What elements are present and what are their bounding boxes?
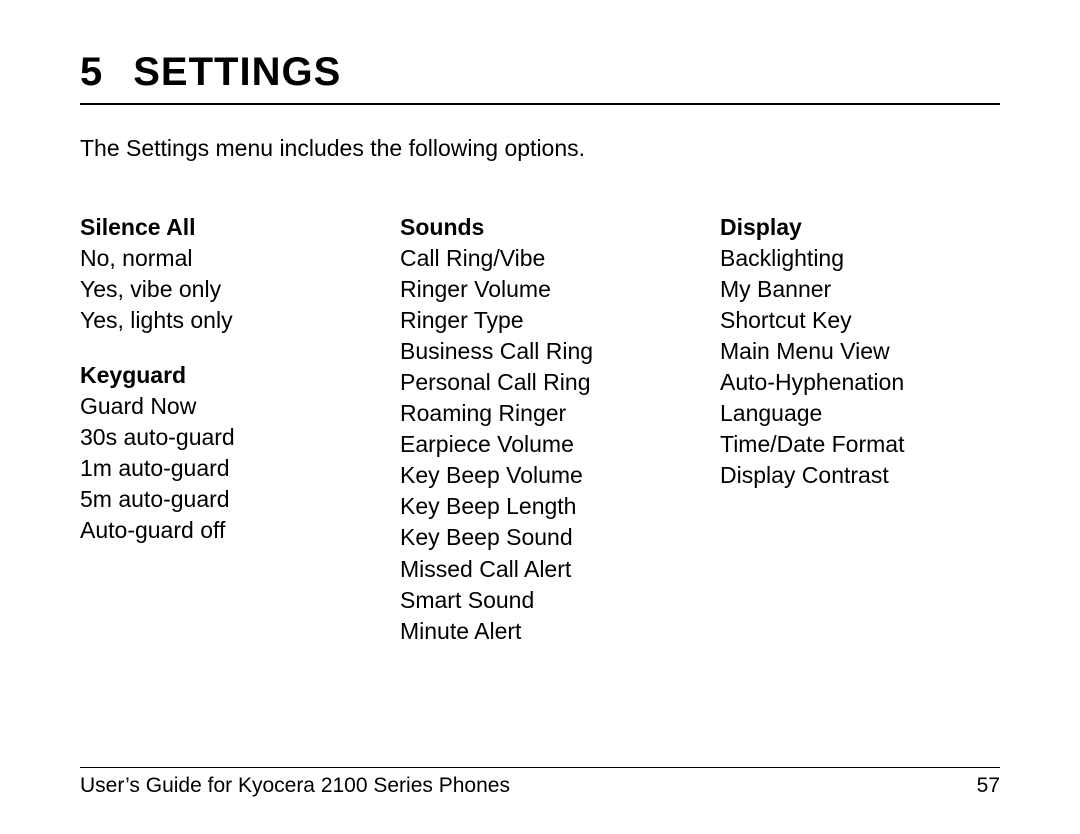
page-footer: User’s Guide for Kyocera 2100 Series Pho… xyxy=(80,767,1000,798)
list-item: Business Call Ring xyxy=(400,336,680,367)
list-item: Time/Date Format xyxy=(720,429,1000,460)
list-item: 30s auto-guard xyxy=(80,422,360,453)
list-item: Language xyxy=(720,398,1000,429)
list-item: Yes, lights only xyxy=(80,305,360,336)
list-item: No, normal xyxy=(80,243,360,274)
chapter-heading: 5 SETTINGS xyxy=(80,50,1000,95)
group-items: Guard Now 30s auto-guard 1m auto-guard 5… xyxy=(80,391,360,546)
group-silence-all: Silence All No, normal Yes, vibe only Ye… xyxy=(80,212,360,336)
footer-book-title: User’s Guide for Kyocera 2100 Series Pho… xyxy=(80,774,510,798)
list-item: Key Beep Sound xyxy=(400,522,680,553)
group-items: Call Ring/Vibe Ringer Volume Ringer Type… xyxy=(400,243,680,647)
list-item: Minute Alert xyxy=(400,616,680,647)
list-item: Auto-Hyphenation xyxy=(720,367,1000,398)
list-item: Backlighting xyxy=(720,243,1000,274)
group-items: No, normal Yes, vibe only Yes, lights on… xyxy=(80,243,360,336)
footer-page-number: 57 xyxy=(977,774,1000,798)
column-1: Silence All No, normal Yes, vibe only Ye… xyxy=(80,212,360,671)
group-title: Silence All xyxy=(80,212,360,243)
list-item: 1m auto-guard xyxy=(80,453,360,484)
list-item: Key Beep Volume xyxy=(400,460,680,491)
list-item: 5m auto-guard xyxy=(80,484,360,515)
group-title: Keyguard xyxy=(80,360,360,391)
group-sounds: Sounds Call Ring/Vibe Ringer Volume Ring… xyxy=(400,212,680,647)
list-item: Roaming Ringer xyxy=(400,398,680,429)
heading-rule xyxy=(80,103,1000,105)
intro-text: The Settings menu includes the following… xyxy=(80,135,1000,162)
list-item: Main Menu View xyxy=(720,336,1000,367)
list-item: Shortcut Key xyxy=(720,305,1000,336)
footer-rule xyxy=(80,767,1000,768)
list-item: Yes, vibe only xyxy=(80,274,360,305)
list-item: Earpiece Volume xyxy=(400,429,680,460)
list-item: Guard Now xyxy=(80,391,360,422)
list-item: My Banner xyxy=(720,274,1000,305)
group-title: Sounds xyxy=(400,212,680,243)
list-item: Key Beep Length xyxy=(400,491,680,522)
group-keyguard: Keyguard Guard Now 30s auto-guard 1m aut… xyxy=(80,360,360,546)
chapter-number: 5 xyxy=(80,50,103,95)
list-item: Smart Sound xyxy=(400,585,680,616)
list-item: Call Ring/Vibe xyxy=(400,243,680,274)
list-item: Ringer Volume xyxy=(400,274,680,305)
list-item: Personal Call Ring xyxy=(400,367,680,398)
list-item: Auto-guard off xyxy=(80,515,360,546)
settings-columns: Silence All No, normal Yes, vibe only Ye… xyxy=(80,212,1000,671)
column-3: Display Backlighting My Banner Shortcut … xyxy=(720,212,1000,671)
group-items: Backlighting My Banner Shortcut Key Main… xyxy=(720,243,1000,491)
chapter-title: SETTINGS xyxy=(133,50,341,95)
list-item: Ringer Type xyxy=(400,305,680,336)
group-display: Display Backlighting My Banner Shortcut … xyxy=(720,212,1000,491)
list-item: Display Contrast xyxy=(720,460,1000,491)
column-2: Sounds Call Ring/Vibe Ringer Volume Ring… xyxy=(400,212,680,671)
group-title: Display xyxy=(720,212,1000,243)
list-item: Missed Call Alert xyxy=(400,554,680,585)
